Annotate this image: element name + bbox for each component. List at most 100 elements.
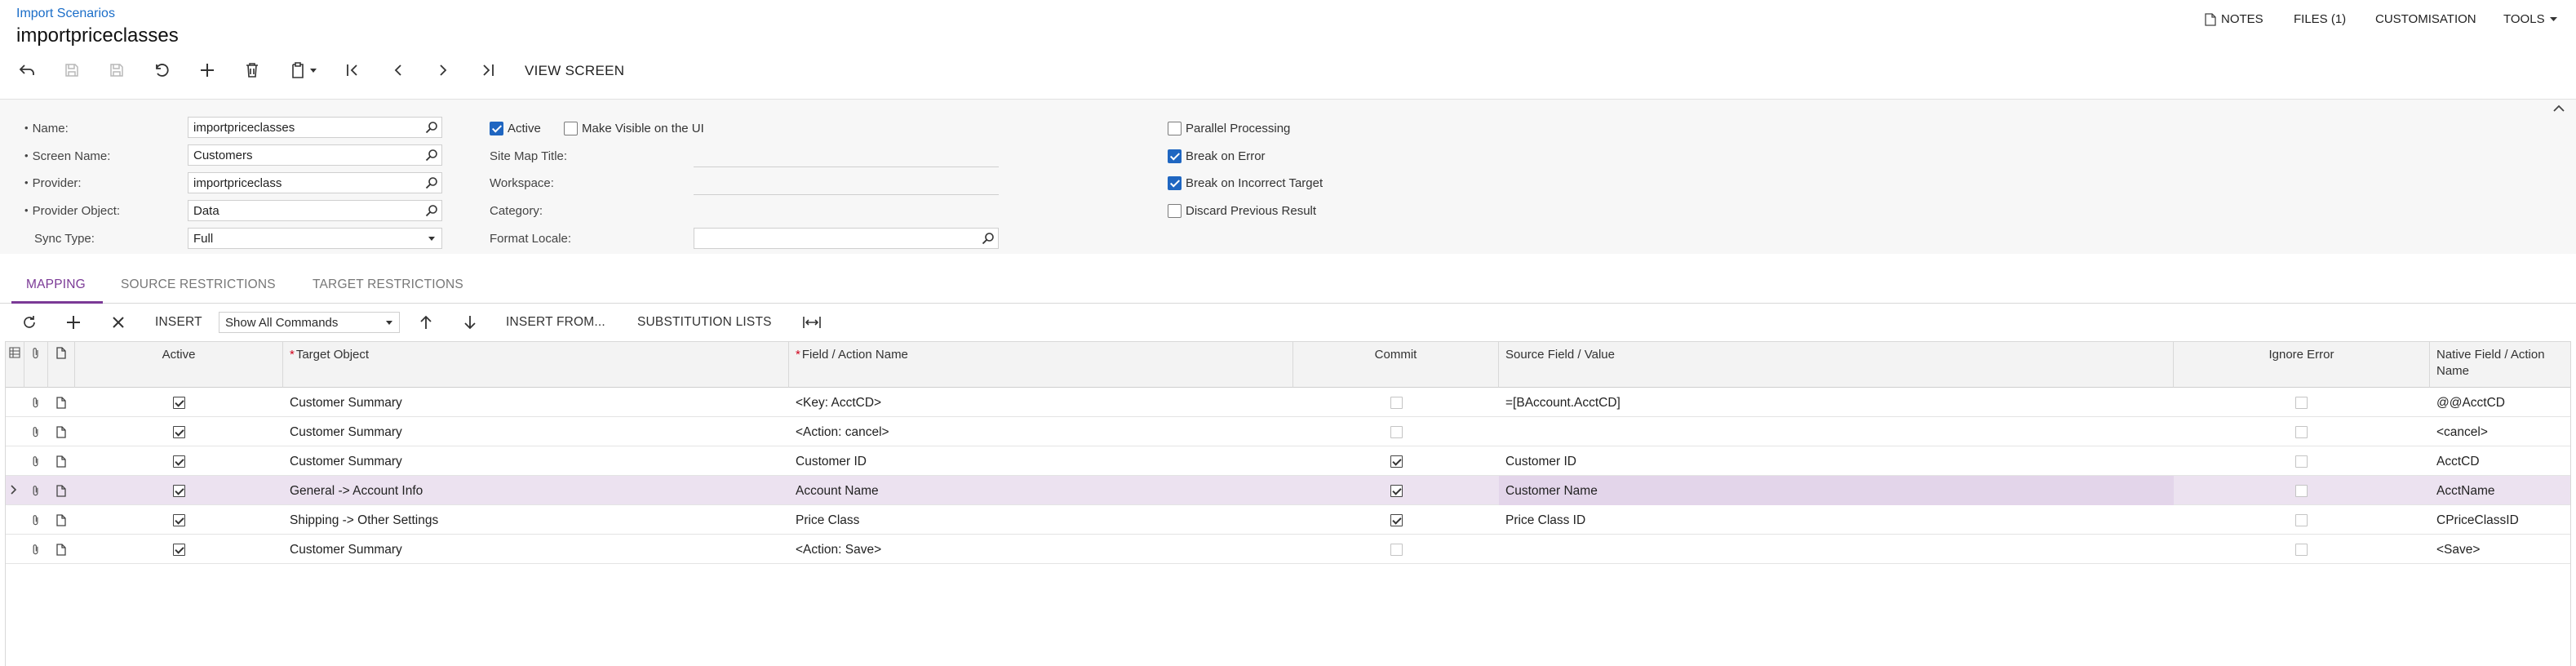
column-header-ignore-error[interactable]: Ignore Error [2174,342,2430,388]
break-on-error-checkbox[interactable] [1168,149,1182,163]
note-icon[interactable] [56,514,66,526]
break-on-incorrect-target-checkbox[interactable] [1168,176,1182,190]
workspace-field[interactable] [694,175,999,195]
target-object-cell[interactable]: Customer Summary [283,388,789,417]
commit-row-checkbox[interactable] [1390,455,1403,468]
field-action-cell[interactable]: <Key: AcctCD> [789,388,1293,417]
table-row[interactable]: Customer Summary <Key: AcctCD> =[BAccount.… [6,388,2570,417]
commit-row-checkbox[interactable] [1390,485,1403,497]
delete-row-button[interactable] [107,311,130,334]
source-field-cell[interactable]: Customer ID [1499,446,2174,476]
ignore-error-row-checkbox[interactable] [2295,426,2308,438]
note-icon[interactable] [56,397,66,409]
note-icon[interactable] [56,426,66,438]
target-object-cell[interactable]: Customer Summary [283,446,789,476]
name-field[interactable]: importpriceclasses [188,117,442,138]
field-action-cell[interactable]: Customer ID [789,446,1293,476]
field-action-cell[interactable]: Account Name [789,476,1293,505]
table-row[interactable]: Customer Summary <Action: cancel> <cancel> [6,417,2570,446]
last-record-button[interactable] [477,59,499,82]
ignore-error-row-checkbox[interactable] [2295,514,2308,526]
screen-name-field[interactable]: Customers [188,144,442,166]
cancel-button[interactable] [150,59,173,82]
note-icon[interactable] [56,455,66,468]
table-row[interactable]: General -> Account Info Account Name Custo… [6,476,2570,505]
commands-filter-select[interactable]: Show All Commands [219,312,400,333]
sync-type-select[interactable]: Full [188,228,442,249]
field-action-cell[interactable]: <Action: Save> [789,535,1293,564]
target-object-cell[interactable]: Customer Summary [283,535,789,564]
add-row-button[interactable] [62,311,85,334]
paperclip-icon[interactable] [31,485,41,497]
ignore-error-row-checkbox[interactable] [2295,485,2308,497]
active-row-checkbox[interactable] [173,485,185,497]
files-button[interactable]: FILES (1) [2294,12,2346,26]
active-row-checkbox[interactable] [173,544,185,556]
active-row-checkbox[interactable] [173,397,185,409]
add-button[interactable] [196,59,219,82]
copy-paste-menu[interactable] [286,59,321,82]
move-down-button[interactable] [459,311,481,334]
target-object-cell[interactable]: Shipping -> Other Settings [283,505,789,535]
active-checkbox[interactable] [490,122,503,135]
column-header-active[interactable]: Active [75,342,283,388]
save-close-button[interactable] [105,59,128,82]
column-header-target-object[interactable]: * Target Object [283,342,789,388]
parallel-processing-checkbox[interactable] [1168,122,1182,135]
discard-previous-result-checkbox[interactable] [1168,204,1182,218]
insert-from-button[interactable]: INSERT FROM... [506,315,605,330]
save-button[interactable] [60,59,83,82]
target-object-cell[interactable]: Customer Summary [283,417,789,446]
search-icon[interactable] [425,149,438,162]
search-icon[interactable] [425,176,438,189]
note-icon[interactable] [56,485,66,497]
column-header-commit[interactable]: Commit [1293,342,1499,388]
source-field-cell[interactable] [1499,535,2174,564]
insert-button[interactable]: INSERT [155,315,202,330]
table-row[interactable]: Shipping -> Other Settings Price Class Pri… [6,505,2570,535]
format-locale-field[interactable] [694,228,999,249]
view-screen-button[interactable]: VIEW SCREEN [525,63,624,79]
next-record-button[interactable] [432,59,454,82]
paperclip-icon[interactable] [31,426,41,438]
provider-object-field[interactable]: Data [188,200,442,221]
active-row-checkbox[interactable] [173,455,185,468]
back-button[interactable] [16,59,38,82]
field-action-cell[interactable]: <Action: cancel> [789,417,1293,446]
paperclip-icon[interactable] [31,544,41,556]
tab-target-restrictions[interactable]: TARGET RESTRICTIONS [313,278,463,292]
tab-mapping[interactable]: MAPPING [26,278,86,292]
ignore-error-row-checkbox[interactable] [2295,544,2308,556]
previous-record-button[interactable] [387,59,410,82]
tools-menu[interactable]: TOOLS [2503,12,2557,26]
fit-columns-button[interactable] [800,311,824,334]
search-icon[interactable] [425,121,438,134]
field-action-cell[interactable]: Price Class [789,505,1293,535]
source-field-cell[interactable]: Customer Name [1499,476,2174,505]
make-visible-checkbox[interactable] [564,122,578,135]
provider-field[interactable]: importpriceclass [188,172,442,193]
table-row[interactable]: Customer Summary <Action: Save> <Save> [6,535,2570,564]
substitution-lists-button[interactable]: SUBSTITUTION LISTS [637,315,772,330]
column-header-source-field-value[interactable]: Source Field / Value [1499,342,2174,388]
search-icon[interactable] [425,204,438,217]
column-header-field-action-name[interactable]: * Field / Action Name [789,342,1293,388]
site-map-title-field[interactable] [694,148,999,167]
first-record-button[interactable] [341,59,364,82]
paperclip-icon[interactable] [31,455,41,468]
paperclip-icon[interactable] [31,514,41,526]
source-field-cell[interactable]: =[BAccount.AcctCD] [1499,388,2174,417]
note-icon[interactable] [56,544,66,556]
target-object-cell[interactable]: General -> Account Info [283,476,789,505]
customisation-button[interactable]: CUSTOMISATION [2375,12,2476,26]
tab-source-restrictions[interactable]: SOURCE RESTRICTIONS [121,278,276,292]
commit-row-checkbox[interactable] [1390,544,1403,556]
move-up-button[interactable] [415,311,437,334]
active-row-checkbox[interactable] [173,514,185,526]
select-all-header[interactable] [6,342,24,388]
search-icon[interactable] [982,232,995,245]
commit-row-checkbox[interactable] [1390,397,1403,409]
notes-button[interactable]: NOTES [2205,12,2263,26]
refresh-button[interactable] [18,311,41,334]
commit-row-checkbox[interactable] [1390,426,1403,438]
